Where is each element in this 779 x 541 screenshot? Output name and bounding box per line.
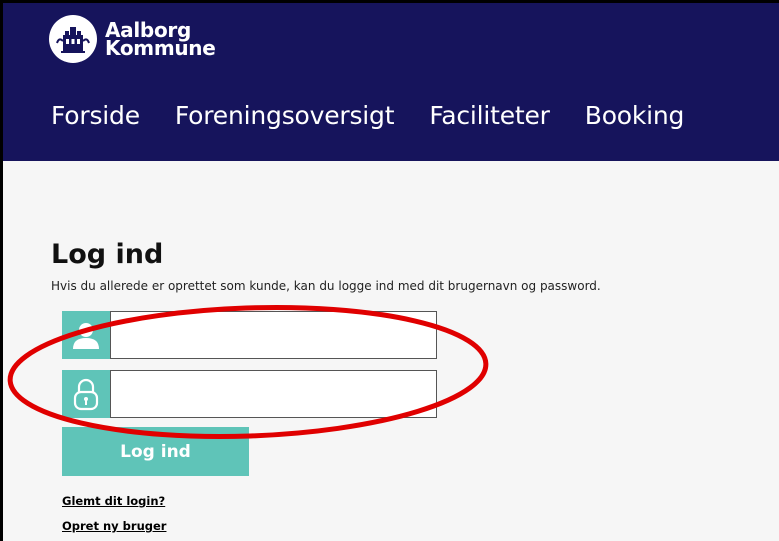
logo-line-2: Kommune xyxy=(105,36,216,60)
login-description: Hvis du allerede er oprettet som kunde, … xyxy=(51,279,601,293)
password-field xyxy=(62,370,437,418)
city-seal-icon xyxy=(49,15,97,63)
page-frame: Aalborg Kommune Forside Foreningsoversig… xyxy=(0,0,779,541)
site-header: Aalborg Kommune Forside Foreningsoversig… xyxy=(3,3,779,161)
login-button[interactable]: Log ind xyxy=(62,427,249,476)
username-field xyxy=(62,311,437,359)
lock-icon xyxy=(62,370,110,418)
password-input[interactable] xyxy=(110,370,437,418)
nav-item-foreningsoversigt[interactable]: Foreningsoversigt xyxy=(175,101,395,130)
create-user-link[interactable]: Opret ny bruger xyxy=(62,519,166,533)
nav-item-forside[interactable]: Forside xyxy=(51,101,140,130)
forgot-login-link[interactable]: Glemt dit login? xyxy=(62,494,165,508)
user-icon xyxy=(62,311,110,359)
logo[interactable]: Aalborg Kommune xyxy=(49,15,216,63)
nav-item-booking[interactable]: Booking xyxy=(585,101,685,130)
main-nav: Forside Foreningsoversigt Faciliteter Bo… xyxy=(51,101,719,130)
nav-item-faciliteter[interactable]: Faciliteter xyxy=(429,101,550,130)
logo-text: Aalborg Kommune xyxy=(105,20,216,60)
username-input[interactable] xyxy=(110,311,437,359)
page-title: Log ind xyxy=(51,239,164,270)
